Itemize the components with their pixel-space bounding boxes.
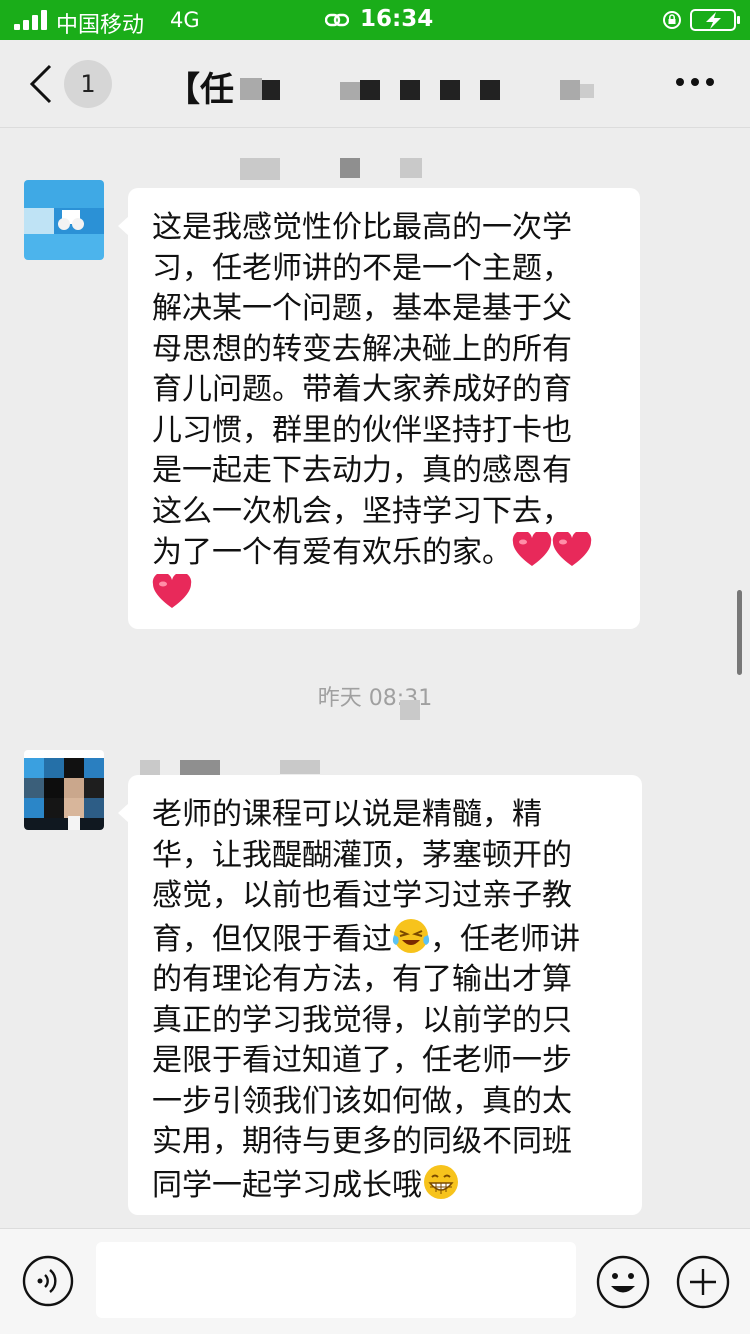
avatar[interactable] [24,180,104,260]
message-line: 这么一次机会，坚持学习下去， [152,493,572,529]
add-attachment-icon[interactable] [676,1255,730,1309]
message-line: 的有理论有方法，有了输出才算 [152,962,572,997]
sender-name-redacted [340,158,360,178]
message-line-text: 同学一起学习成长哦 [152,1167,422,1203]
message-line: 是一起走下去动力，真的感恩有 [152,453,572,488]
heart-emoji [552,532,592,566]
laugh-cry-emoji [392,918,430,953]
timestamp: 昨天 08:31 [317,686,433,711]
timestamp-redaction [400,700,420,720]
message-line-text: 育，但仅限于看过 [152,921,392,957]
back-arrow-icon[interactable] [28,64,54,104]
message-line-text: 为了一个有爱有欢乐的家。 [152,535,512,570]
message-line: 实用，期待与更多的同级不同班 [152,1124,572,1159]
sender-name-redacted [180,760,220,776]
carrier-label: 中国移动 [56,13,145,38]
link-icon [325,13,349,27]
message-line [152,573,616,616]
sender-name-redacted [240,158,280,180]
message-line: 一步引领我们该如何做，真的太 [152,1083,572,1119]
message-line-text: ，任老师讲 [430,921,580,957]
message-bubble[interactable]: 老师的课程可以说是精髓，精 华，让我醍醐灌顶，茅塞顿开的 感觉，以前也看过学习过… [118,775,642,1215]
heart-emoji [512,532,552,566]
message-line: 为了一个有爱有欢乐的家。 [152,532,616,574]
message-line: 真正的学习我觉得，以前学的只 [152,1002,572,1038]
sender-name-redacted [400,158,422,178]
unread-count-badge[interactable]: 1 [64,60,112,108]
message-line: 育儿问题。带着大家养成好的育 [152,372,572,407]
message-line: 是限于看过知道了，任老师一步 [152,1043,572,1078]
message-line: 同学一起学习成长哦 [152,1163,618,1207]
emoji-picker-icon[interactable] [596,1255,650,1309]
grin-emoji [424,1164,458,1199]
message-line: 母思想的转变去解决碰上的所有 [152,331,572,367]
sender-name-redacted [280,760,320,774]
message-line: 育，但仅限于看过 ，任老师讲 [152,917,618,961]
message-line: 这是我感觉性价比最高的一次学 [152,210,572,245]
message-bubble[interactable]: 这是我感觉性价比最高的一次学 习，任老师讲的不是一个主题， 解决某一个问题，基本… [118,188,640,629]
more-options-icon[interactable] [676,78,714,88]
chat-title: 【任 [166,70,234,106]
message-line: 儿习惯，群里的伙伴坚持打卡也 [152,412,572,448]
voice-input-icon[interactable] [22,1255,74,1307]
signal-icon [14,10,48,30]
avatar[interactable] [24,750,104,830]
message-line: 感觉，以前也看过学习过亲子教 [152,878,572,913]
rotation-lock-icon [663,11,681,29]
message-line: 华，让我醍醐灌顶，茅塞顿开的 [152,837,572,873]
message-line: 解决某一个问题，基本是基于父 [152,291,572,326]
network-type: 4G [170,8,200,32]
battery-charging-icon [690,9,740,31]
scrollbar[interactable] [737,590,742,675]
status-time: 16:34 [360,6,434,32]
message-input[interactable] [96,1242,576,1318]
message-line: 习，任老师讲的不是一个主题， [152,250,572,286]
message-line: 老师的课程可以说是精髓，精 [152,797,542,832]
heart-emoji [152,573,192,608]
status-bar: 中国移动 4G 16:34 [0,0,750,40]
input-bar [0,1228,750,1334]
chat-header: 1 【任 [0,40,750,128]
